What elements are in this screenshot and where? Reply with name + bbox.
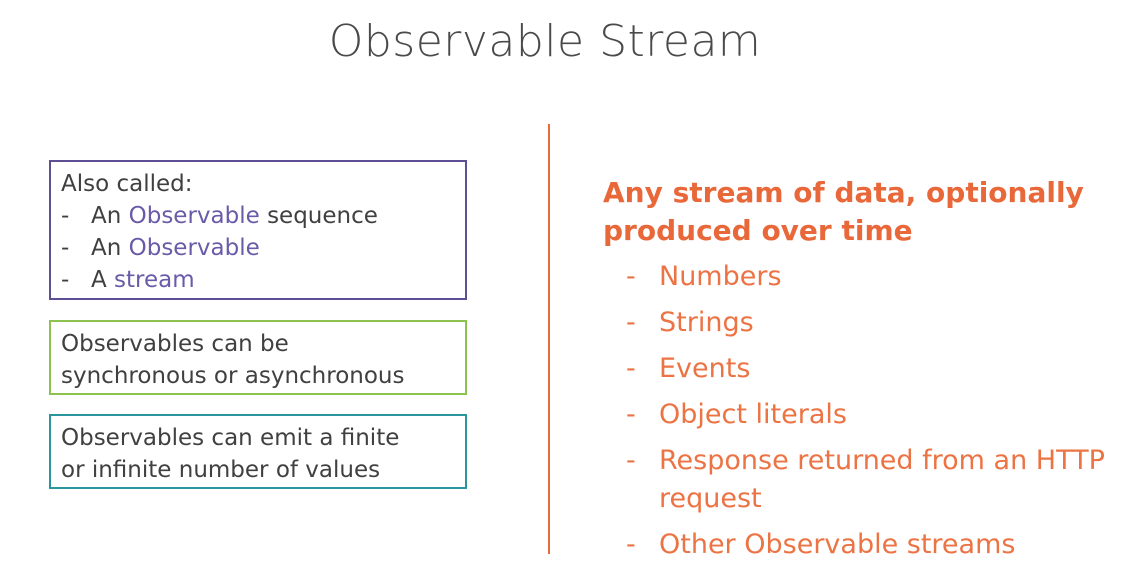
list-item-text: Numbers bbox=[659, 261, 782, 292]
bullet-dash: - bbox=[626, 261, 636, 292]
headline-line-2: produced over time bbox=[603, 214, 913, 247]
also-called-item: - An Observable bbox=[61, 232, 455, 264]
bullet-dash: - bbox=[626, 399, 636, 430]
list-item-text: Strings bbox=[659, 307, 754, 338]
finite-infinite-box: Observables can emit a finite or infinit… bbox=[49, 414, 467, 489]
bullet-dash: - bbox=[626, 445, 636, 476]
list-item-text: Object literals bbox=[659, 399, 847, 430]
bullet-dash: - bbox=[61, 203, 70, 229]
finite-line-1: Observables can emit a finite bbox=[61, 425, 400, 451]
list-item: - Object literals bbox=[626, 396, 1126, 434]
bullet-dash: - bbox=[61, 267, 70, 293]
bullet-dash: - bbox=[626, 353, 636, 384]
list-item: - Strings bbox=[626, 304, 1126, 342]
finite-line-2: or infinite number of values bbox=[61, 457, 381, 483]
item-prefix: An bbox=[91, 203, 129, 229]
list-item: - Response returned from an HTTP request bbox=[626, 442, 1126, 518]
also-called-item: - An Observable sequence bbox=[61, 200, 455, 232]
vertical-divider bbox=[548, 124, 550, 554]
sync-line-2: synchronous or asynchronous bbox=[61, 363, 405, 389]
list-item-text: Events bbox=[659, 353, 751, 384]
item-prefix: An bbox=[91, 235, 129, 261]
item-suffix: sequence bbox=[259, 203, 378, 229]
sync-line-1: Observables can be bbox=[61, 331, 289, 357]
bullet-dash: - bbox=[61, 235, 70, 261]
list-item-text: Other Observable streams bbox=[659, 529, 1016, 560]
also-called-heading: Also called: bbox=[61, 171, 193, 197]
item-accent: Observable bbox=[128, 203, 260, 229]
stream-definition-headline: Any stream of data, optionally produced … bbox=[603, 174, 1123, 250]
list-item-text: Response returned from an HTTP request bbox=[659, 445, 1105, 514]
item-accent: stream bbox=[114, 267, 195, 293]
item-accent: Observable bbox=[128, 235, 260, 261]
bullet-dash: - bbox=[626, 529, 636, 560]
list-item: - Other Observable streams bbox=[626, 526, 1126, 564]
list-item: - Numbers bbox=[626, 258, 1126, 296]
list-item: - Events bbox=[626, 350, 1126, 388]
stream-examples-list: - Numbers - Strings - Events - Object litera… bbox=[626, 258, 1126, 572]
also-called-item: -A stream bbox=[61, 264, 455, 296]
bullet-dash: - bbox=[626, 307, 636, 338]
sync-async-box: Observables can be synchronous or asynch… bbox=[49, 320, 467, 395]
headline-line-1: Any stream of data, optionally bbox=[603, 176, 1084, 209]
item-prefix: A bbox=[91, 267, 115, 293]
slide-title: Observable Stream bbox=[328, 16, 762, 67]
also-called-box: Also called: - An Observable sequence - An… bbox=[49, 160, 467, 300]
